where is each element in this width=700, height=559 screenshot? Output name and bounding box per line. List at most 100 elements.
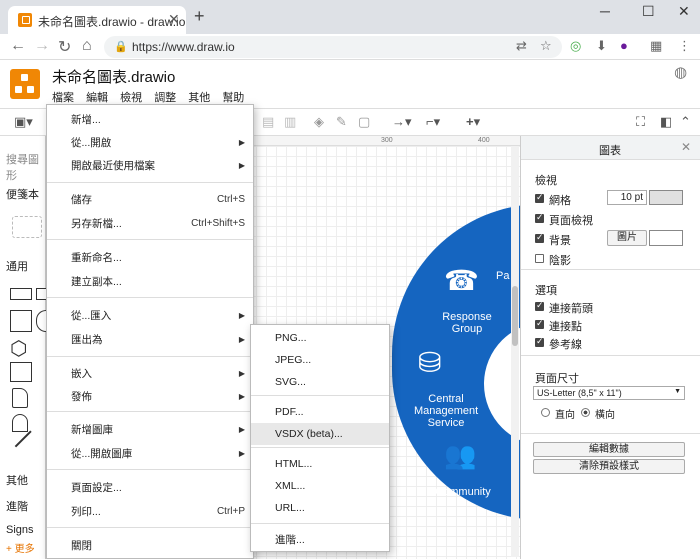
- file-menu-item[interactable]: 另存新檔... Ctrl+Shift+S: [47, 213, 253, 235]
- file-menu-item[interactable]: 嵌入 ▶: [47, 363, 253, 385]
- line-color-icon[interactable]: ✎: [336, 114, 347, 130]
- clear-default-style-button[interactable]: 清除預設樣式: [533, 459, 685, 474]
- grid-checkbox[interactable]: [535, 192, 544, 203]
- export-menu-item[interactable]: 進階...: [251, 529, 389, 551]
- landscape-radio[interactable]: [581, 408, 590, 417]
- document-title[interactable]: 未命名圖表.drawio: [52, 66, 175, 87]
- connection-points-checkbox[interactable]: [535, 318, 544, 329]
- format-panel-toggle-icon[interactable]: ▣▾: [14, 114, 33, 130]
- square-shape[interactable]: [10, 310, 32, 332]
- tab-close-icon[interactable]: ✕: [168, 11, 180, 28]
- rectangle-shape[interactable]: [10, 288, 32, 300]
- circle-shape[interactable]: [36, 310, 46, 332]
- edit-data-button[interactable]: 編輯數據: [533, 442, 685, 457]
- collapse-icon[interactable]: ⌃: [680, 114, 691, 130]
- file-menu-item[interactable]: 關閉: [47, 535, 253, 557]
- guides-checkbox[interactable]: [535, 336, 544, 347]
- waypoints-icon[interactable]: ⌐▾: [426, 114, 440, 130]
- page-view-checkbox[interactable]: [535, 212, 544, 223]
- extension-icon[interactable]: ◎: [570, 38, 581, 54]
- connection-icon[interactable]: →▾: [392, 114, 412, 130]
- signs-header[interactable]: Signs: [6, 524, 34, 536]
- file-menu-item[interactable]: 列印... Ctrl+P: [47, 501, 253, 523]
- shadow-checkbox[interactable]: [535, 254, 544, 263]
- back-icon[interactable]: ←: [10, 37, 26, 55]
- insert-plus-icon[interactable]: +▾: [466, 114, 480, 130]
- bookmark-star-icon[interactable]: ☆: [540, 38, 552, 54]
- file-menu-item[interactable]: 從...開啟 ▶: [47, 132, 253, 154]
- cylinder-shape[interactable]: [12, 414, 28, 432]
- format-panel-icon[interactable]: ◧: [660, 114, 672, 130]
- forward-icon[interactable]: →: [34, 37, 50, 55]
- document-shape[interactable]: [12, 388, 28, 408]
- extension-purple-icon[interactable]: ●: [620, 38, 628, 53]
- grid-size-input[interactable]: 10 pt: [607, 190, 647, 205]
- export-menu-item[interactable]: URL...: [251, 497, 389, 519]
- file-menu-item[interactable]: 重新命名...: [47, 247, 253, 269]
- url-text[interactable]: https://www.draw.io: [132, 40, 235, 54]
- background-checkbox[interactable]: [535, 232, 544, 243]
- export-menu-item[interactable]: JPEG...: [251, 349, 389, 371]
- rounded-rect-shape[interactable]: [36, 288, 46, 300]
- download-icon[interactable]: ⬇: [596, 38, 607, 54]
- translate-icon[interactable]: ⇄: [516, 38, 527, 54]
- language-globe-icon[interactable]: ◍: [674, 63, 687, 81]
- menu-arrange[interactable]: 調整: [154, 89, 176, 105]
- file-menu-item[interactable]: 建立副本...: [47, 271, 253, 293]
- new-tab-button[interactable]: +: [194, 6, 205, 27]
- to-back-icon[interactable]: ▥: [284, 114, 296, 130]
- grid-color-swatch[interactable]: [649, 190, 683, 205]
- shadow-icon[interactable]: ▢: [358, 114, 370, 130]
- fill-color-icon[interactable]: ◈: [314, 114, 324, 130]
- menu-extras[interactable]: 其他: [188, 89, 210, 105]
- menu-file[interactable]: 檔案: [52, 89, 74, 105]
- home-icon[interactable]: ⌂: [82, 37, 92, 55]
- menu-edit[interactable]: 編輯: [86, 89, 108, 105]
- file-menu-item[interactable]: 頁面設定...: [47, 477, 253, 499]
- canvas-vertical-scrollbar[interactable]: [511, 146, 519, 557]
- omnibox[interactable]: 🔒 https://www.draw.io: [104, 36, 562, 58]
- menu-help[interactable]: 幫助: [222, 89, 244, 105]
- minimize-icon[interactable]: ─: [600, 3, 610, 19]
- scratchpad-dropzone[interactable]: [12, 216, 42, 238]
- export-menu-item[interactable]: PDF...: [251, 401, 389, 423]
- browser-tab[interactable]: 未命名圖表.drawio - draw.io ✕: [8, 6, 186, 34]
- maximize-icon[interactable]: ☐: [642, 3, 655, 20]
- page-size-select[interactable]: US-Letter (8,5" x 11") ▼: [533, 386, 685, 400]
- window-close-icon[interactable]: ✕: [678, 3, 690, 20]
- file-menu-item[interactable]: 發佈 ▶: [47, 386, 253, 408]
- export-menu-item[interactable]: XML...: [251, 475, 389, 497]
- file-menu-item[interactable]: 新增...: [47, 109, 253, 131]
- hexagon-shape[interactable]: ⬡: [10, 336, 27, 361]
- file-menu-item[interactable]: 從...匯入 ▶: [47, 305, 253, 327]
- file-menu-item[interactable]: 儲存 Ctrl+S: [47, 189, 253, 211]
- shape-search-input[interactable]: 搜尋圖形: [6, 151, 45, 183]
- general-header[interactable]: 通用: [6, 258, 28, 274]
- table-shape[interactable]: [10, 362, 32, 382]
- export-menu-item[interactable]: VSDX (beta)...: [251, 423, 389, 445]
- file-menu-item[interactable]: 開啟最近使用檔案 ▶: [47, 155, 253, 177]
- scratchpad-header[interactable]: 便箋本: [6, 186, 39, 202]
- export-menu-item[interactable]: SVG...: [251, 371, 389, 393]
- browser-menu-icon[interactable]: ⋮: [678, 38, 691, 54]
- calendar-icon[interactable]: ▦: [650, 38, 662, 54]
- line-shape[interactable]: [14, 430, 32, 448]
- background-image-button[interactable]: 圖片: [607, 230, 647, 246]
- menu-item-label: 嵌入: [71, 368, 92, 380]
- fullscreen-icon[interactable]: ⛶: [636, 114, 645, 130]
- background-color-swatch[interactable]: [649, 230, 683, 246]
- scrollbar-thumb[interactable]: [512, 286, 518, 346]
- format-panel-close-icon[interactable]: ✕: [681, 140, 691, 154]
- portrait-radio[interactable]: [541, 408, 550, 417]
- export-menu-item[interactable]: HTML...: [251, 453, 389, 475]
- file-menu-item[interactable]: 從...開啟圖庫 ▶: [47, 443, 253, 465]
- menu-view[interactable]: 檢視: [120, 89, 142, 105]
- file-menu-item[interactable]: 新增圖庫 ▶: [47, 419, 253, 441]
- file-menu-item[interactable]: 匯出為 ▶: [47, 329, 253, 351]
- connection-arrows-checkbox[interactable]: [535, 300, 544, 311]
- to-front-icon[interactable]: ▤: [262, 114, 274, 130]
- reload-icon[interactable]: ↻: [58, 37, 71, 57]
- export-menu-item[interactable]: PNG...: [251, 327, 389, 349]
- other-header[interactable]: 其他: [6, 472, 28, 488]
- advanced-header[interactable]: 進階: [6, 498, 28, 514]
